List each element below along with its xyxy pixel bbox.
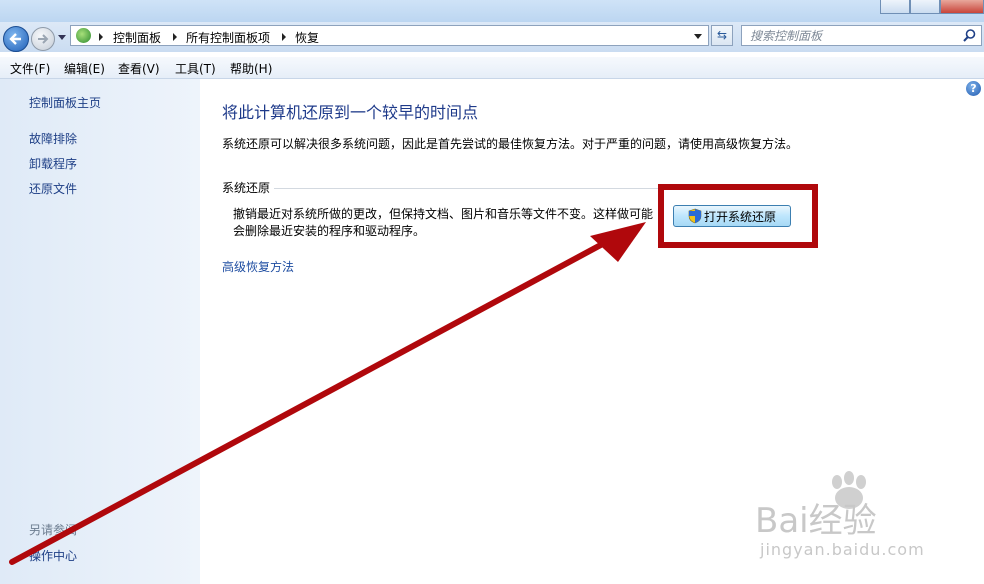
baidu-watermark-logo: Bai经验 bbox=[755, 471, 877, 540]
watermark-brand: Bai经验 bbox=[755, 501, 877, 540]
watermark-url: jingyan.baidu.com bbox=[760, 540, 925, 559]
